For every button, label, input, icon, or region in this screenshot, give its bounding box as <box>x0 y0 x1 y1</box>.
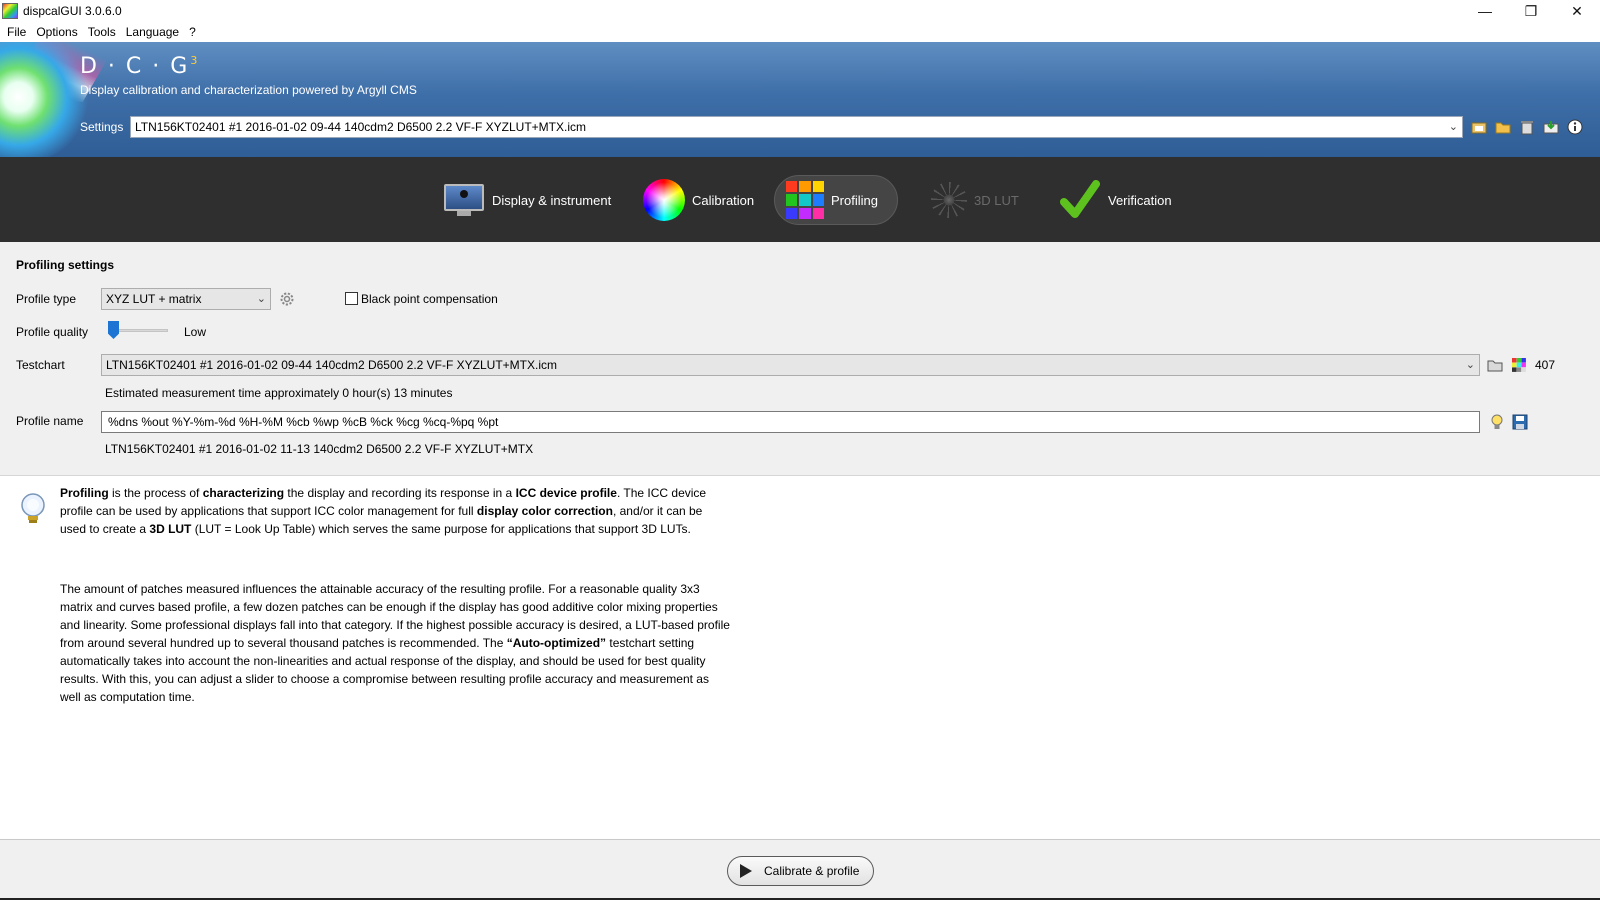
estimated-time: Estimated measurement time approximately… <box>105 386 453 400</box>
app-icon <box>2 3 18 19</box>
tab-label: Verification <box>1108 192 1172 208</box>
lightbulb-icon <box>19 492 47 529</box>
chevron-down-icon: ⌄ <box>256 293 266 305</box>
lightbulb-icon[interactable] <box>1488 413 1506 431</box>
tab-label: Calibration <box>692 192 755 208</box>
chevron-down-icon: ⌄ <box>1448 121 1458 133</box>
logo-version: 3 <box>190 54 200 67</box>
settings-label: Settings <box>80 120 124 134</box>
testchart-label: Testchart <box>16 358 65 372</box>
profile-type-label: Profile type <box>16 292 77 306</box>
minimize-button[interactable]: — <box>1462 0 1508 22</box>
profiling-settings-panel: Profiling settings Profile type XYZ LUT … <box>0 242 1600 476</box>
testchart-editor-icon[interactable] <box>1510 356 1528 374</box>
color-grid-icon <box>785 178 825 222</box>
monitor-icon <box>442 178 486 222</box>
gear-icon[interactable] <box>278 290 296 308</box>
bpc-checkbox[interactable] <box>345 292 358 305</box>
info-paragraph-patches: The amount of patches measured influence… <box>60 582 730 704</box>
open-folder-icon[interactable] <box>1486 356 1504 374</box>
quality-slider-thumb[interactable] <box>108 321 119 339</box>
tab-label: Display & instrument <box>492 192 612 208</box>
quality-slider-track[interactable] <box>112 329 168 332</box>
settings-value: LTN156KT02401 #1 2016-01-02 09-44 140cdm… <box>135 120 587 134</box>
app-subtitle: Display calibration and characterization… <box>80 83 417 97</box>
info-paragraph-profiling: Profiling is the process of characterizi… <box>60 486 707 536</box>
load-settings-icon[interactable] <box>1470 118 1488 136</box>
settings-toolbar <box>1470 118 1584 136</box>
calibrate-profile-label: Calibrate & profile <box>764 864 860 878</box>
lut-icon <box>930 178 968 222</box>
open-folder-icon[interactable] <box>1494 118 1512 136</box>
close-button[interactable]: ✕ <box>1554 0 1600 22</box>
app-logo: D · C · G3 <box>80 54 200 79</box>
profile-quality-label: Profile quality <box>16 325 89 339</box>
app-header: D · C · G3 Display calibration and chara… <box>0 42 1600 157</box>
info-panel: Profiling is the process of characterizi… <box>0 476 1600 839</box>
window-title: dispcalGUI 3.0.6.0 <box>23 4 122 18</box>
tab-profiling[interactable]: Profiling <box>774 175 898 225</box>
profile-name-value: %dns %out %Y-%m-%d %H-%M %cb %wp %cB %ck… <box>108 415 499 429</box>
profile-type-value: XYZ LUT + matrix <box>106 292 202 306</box>
color-wheel-icon <box>642 178 686 222</box>
restore-button[interactable]: ❐ <box>1508 0 1554 22</box>
checkmark-icon <box>1058 178 1102 222</box>
calibrate-profile-button[interactable]: Calibrate & profile <box>727 856 874 886</box>
header-logo-glow <box>0 42 90 157</box>
menu-bar: File Options Tools Language ? <box>0 22 1600 42</box>
menu-options[interactable]: Options <box>31 25 82 39</box>
profile-type-dropdown[interactable]: XYZ LUT + matrix ⌄ <box>101 288 271 310</box>
section-title: Profiling settings <box>16 258 115 272</box>
menu-language[interactable]: Language <box>121 25 184 39</box>
tab-3d-lut[interactable]: 3D LUT <box>920 175 1029 225</box>
testchart-dropdown[interactable]: LTN156KT02401 #1 2016-01-02 09-44 140cdm… <box>101 354 1480 376</box>
save-icon[interactable] <box>1511 413 1529 431</box>
quality-value: Low <box>184 325 207 339</box>
tab-verification[interactable]: Verification <box>1048 175 1182 225</box>
tab-label: 3D LUT <box>974 192 1019 208</box>
title-bar: dispcalGUI 3.0.6.0 — ❐ ✕ <box>0 0 1600 22</box>
testchart-value: LTN156KT02401 #1 2016-01-02 09-44 140cdm… <box>106 358 558 372</box>
window-controls: — ❐ ✕ <box>1462 0 1600 22</box>
patch-count: 407 <box>1535 358 1556 372</box>
tab-strip: Display & instrument Calibration Profili… <box>0 157 1600 242</box>
delete-icon[interactable] <box>1518 118 1536 136</box>
bpc-label: Black point compensation <box>361 292 498 306</box>
info-icon[interactable] <box>1566 118 1584 136</box>
install-profile-icon[interactable] <box>1542 118 1560 136</box>
menu-help[interactable]: ? <box>184 25 201 39</box>
chevron-down-icon: ⌄ <box>1465 359 1475 371</box>
profile-name-input[interactable]: %dns %out %Y-%m-%d %H-%M %cb %wp %cB %ck… <box>101 411 1480 433</box>
profile-name-label: Profile name <box>16 414 84 428</box>
tab-label: Profiling <box>831 192 878 208</box>
play-icon <box>740 864 752 878</box>
tab-display-instrument[interactable]: Display & instrument <box>432 175 621 225</box>
profile-name-preview: LTN156KT02401 #1 2016-01-02 11-13 140cdm… <box>105 442 534 456</box>
menu-file[interactable]: File <box>2 25 31 39</box>
bottom-bar: Calibrate & profile <box>0 839 1600 900</box>
tab-calibration[interactable]: Calibration <box>632 175 764 225</box>
settings-dropdown[interactable]: LTN156KT02401 #1 2016-01-02 09-44 140cdm… <box>130 116 1463 138</box>
menu-tools[interactable]: Tools <box>83 25 121 39</box>
